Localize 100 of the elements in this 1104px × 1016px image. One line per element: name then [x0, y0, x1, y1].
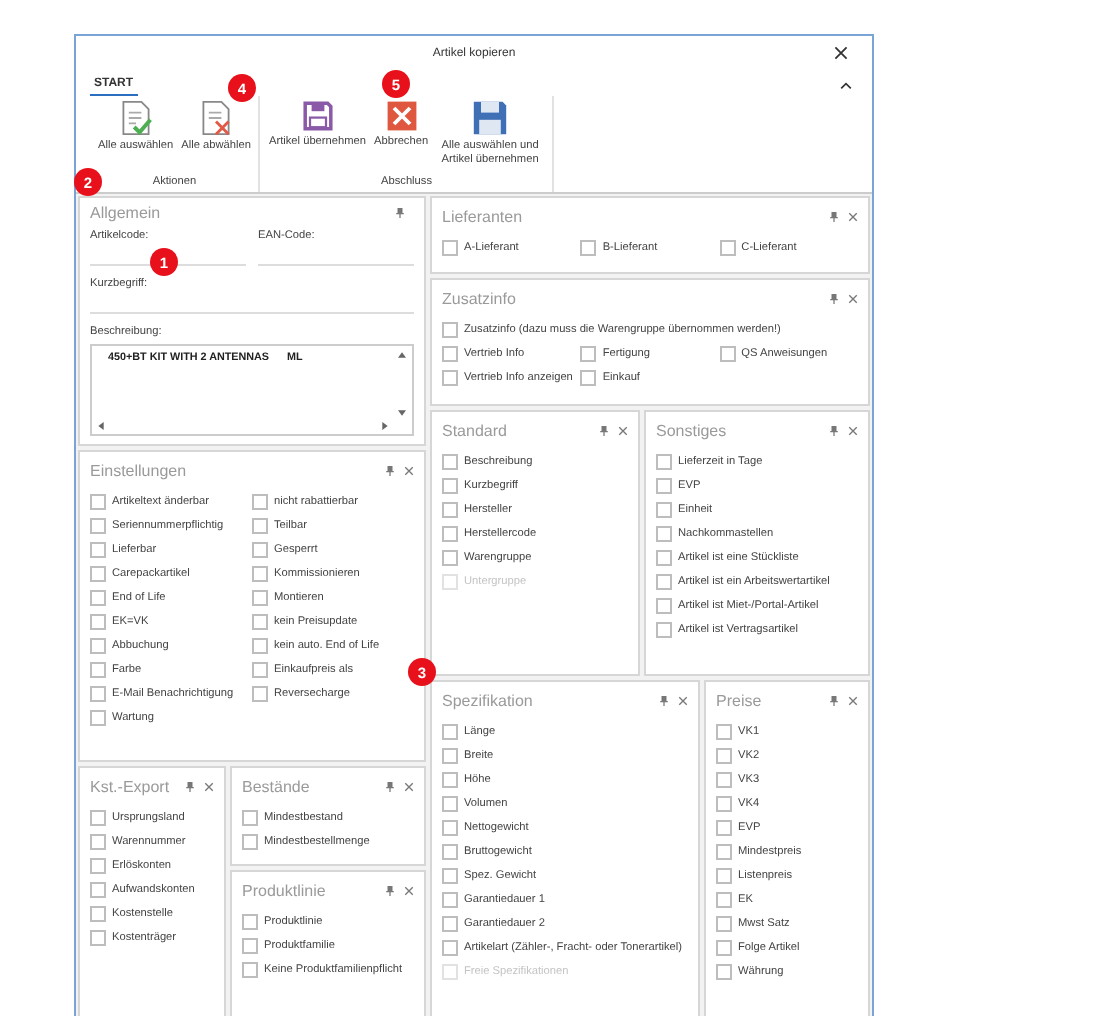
checkbox[interactable] [656, 502, 672, 518]
pin-icon[interactable] [186, 781, 194, 791]
checkbox[interactable] [580, 346, 597, 362]
panel-title: Allgemein [90, 204, 163, 222]
scroll-right-icon[interactable] [382, 422, 388, 430]
checkbox[interactable] [442, 796, 458, 812]
checkbox[interactable] [90, 710, 106, 726]
checkbox[interactable] [442, 240, 458, 256]
checkbox[interactable] [716, 844, 732, 860]
checkbox[interactable] [252, 662, 268, 678]
close-icon[interactable] [834, 46, 848, 60]
checkbox[interactable] [90, 930, 106, 946]
checkbox[interactable] [252, 686, 268, 702]
pin-icon[interactable] [600, 425, 608, 435]
panel-title: Bestände [242, 777, 312, 795]
checkbox[interactable] [90, 494, 106, 510]
pin-icon[interactable] [830, 425, 838, 435]
checkbox[interactable] [442, 724, 458, 740]
checkbox[interactable] [442, 772, 458, 788]
checkbox[interactable] [242, 834, 258, 850]
checkbox[interactable] [442, 550, 458, 566]
checkbox[interactable] [656, 598, 672, 614]
checkbox[interactable] [252, 494, 268, 510]
scroll-down-icon[interactable] [398, 410, 406, 416]
checkbox[interactable] [442, 346, 458, 362]
checkbox[interactable] [580, 240, 597, 256]
checkbox[interactable] [442, 526, 458, 542]
checkbox[interactable] [716, 916, 732, 932]
checkbox[interactable] [90, 614, 106, 630]
panel-title: Preise [716, 691, 764, 709]
checkbox[interactable] [242, 962, 258, 978]
checkbox[interactable] [716, 964, 732, 980]
checkbox[interactable] [716, 868, 732, 884]
checkbox[interactable] [580, 370, 597, 386]
checkbox[interactable] [90, 882, 106, 898]
panel-title: Einstellungen [90, 461, 189, 479]
checkbox[interactable] [656, 454, 672, 470]
checkbox[interactable] [90, 834, 106, 850]
checkbox[interactable] [442, 322, 458, 338]
checkbox[interactable] [719, 240, 736, 256]
checkbox[interactable] [90, 858, 106, 874]
checkbox[interactable] [442, 892, 458, 908]
checkbox[interactable] [716, 796, 732, 812]
pin-icon[interactable] [386, 885, 394, 895]
checkbox[interactable] [442, 454, 458, 470]
checkbox[interactable] [442, 748, 458, 764]
checkbox[interactable] [442, 478, 458, 494]
checkbox[interactable] [90, 906, 106, 922]
pin-icon[interactable] [396, 208, 404, 218]
checkbox[interactable] [242, 914, 258, 930]
checkbox[interactable] [90, 686, 106, 702]
checkbox[interactable] [252, 566, 268, 582]
checkbox[interactable] [442, 820, 458, 836]
checkbox[interactable] [90, 638, 106, 654]
pin-icon[interactable] [830, 211, 838, 221]
document-cross-icon [198, 100, 235, 136]
checkbox[interactable] [442, 502, 458, 518]
checkbox[interactable] [656, 622, 672, 638]
checkbox[interactable] [719, 346, 736, 362]
checkbox[interactable] [252, 542, 268, 558]
document-check-icon [117, 100, 154, 136]
checkbox[interactable] [90, 590, 106, 606]
checkbox[interactable] [656, 526, 672, 542]
checkbox[interactable] [252, 518, 268, 534]
panel-title: Produktlinie [242, 881, 328, 899]
checkbox[interactable] [442, 916, 458, 932]
panel-title: Lieferanten [442, 207, 525, 225]
checkbox[interactable] [656, 550, 672, 566]
collapse-caret-icon[interactable] [840, 82, 852, 90]
checkbox[interactable] [656, 478, 672, 494]
checkbox[interactable] [242, 938, 258, 954]
checkbox[interactable] [716, 940, 732, 956]
checkbox[interactable] [716, 892, 732, 908]
checkbox[interactable] [252, 590, 268, 606]
checkbox[interactable] [442, 844, 458, 860]
scroll-up-icon[interactable] [398, 352, 406, 358]
pin-icon[interactable] [830, 695, 838, 705]
panel-title: Kst.-Export [90, 777, 172, 795]
checkbox[interactable] [716, 772, 732, 788]
checkbox[interactable] [252, 614, 268, 630]
checkbox[interactable] [716, 748, 732, 764]
checkbox[interactable] [242, 810, 258, 826]
scroll-left-icon[interactable] [98, 422, 104, 430]
checkbox[interactable] [252, 638, 268, 654]
checkbox[interactable] [442, 940, 458, 956]
checkbox[interactable] [90, 518, 106, 534]
pin-icon[interactable] [660, 695, 668, 705]
pin-icon[interactable] [386, 781, 394, 791]
pin-icon[interactable] [830, 293, 838, 303]
checkbox[interactable] [442, 868, 458, 884]
checkbox[interactable] [656, 574, 672, 590]
checkbox[interactable] [716, 820, 732, 836]
pin-icon[interactable] [386, 465, 394, 475]
checkbox[interactable] [90, 542, 106, 558]
checkbox[interactable] [90, 566, 106, 582]
checkbox[interactable] [90, 662, 106, 678]
checkbox[interactable] [90, 810, 106, 826]
panel-title: Zusatzinfo [442, 289, 518, 307]
checkbox[interactable] [442, 370, 458, 386]
checkbox[interactable] [716, 724, 732, 740]
